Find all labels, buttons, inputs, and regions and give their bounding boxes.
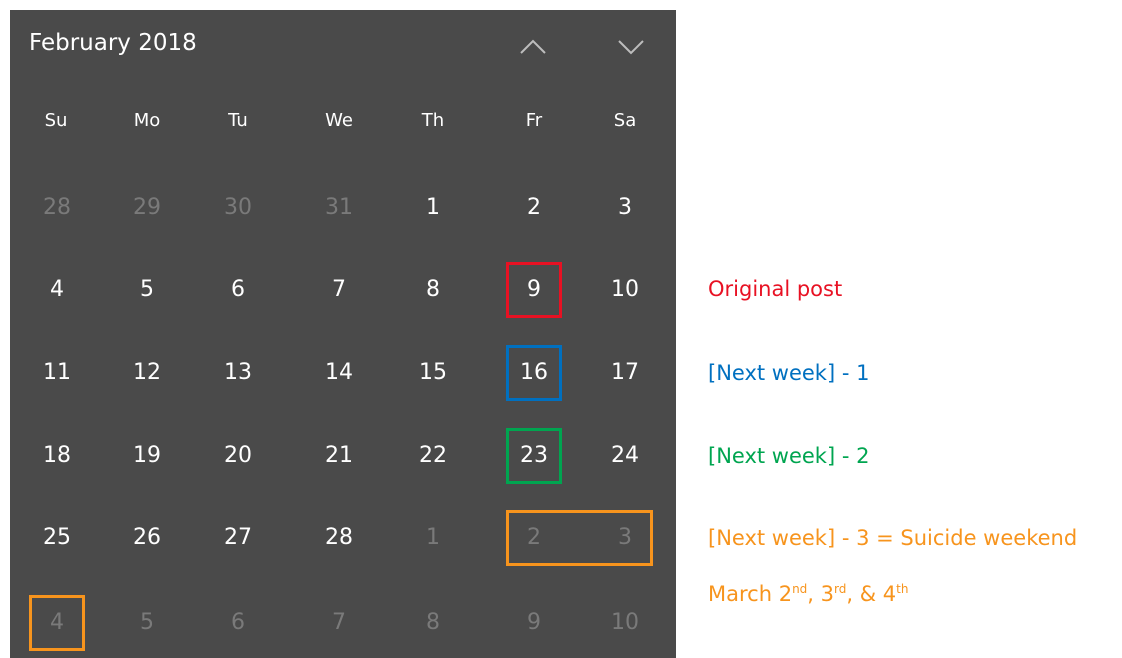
day-cell[interactable]: 6: [193, 270, 283, 310]
day-cell[interactable]: 26: [102, 518, 192, 558]
weekday-header-row: Su Mo Tu We Th Fr Sa: [10, 110, 676, 150]
day-cell[interactable]: 4: [12, 603, 102, 643]
annotation-text: [Next week] - 3 = Suicide weekend: [708, 526, 1078, 550]
annotation-text: Original post: [708, 277, 843, 301]
day-cell[interactable]: 27: [193, 518, 283, 558]
day-cell[interactable]: 2: [489, 518, 579, 558]
day-cell[interactable]: 8: [388, 603, 478, 643]
day-cell[interactable]: 1: [388, 188, 478, 228]
day-cell[interactable]: 3: [580, 188, 670, 228]
annotation-next-week-2: [Next week] - 2: [708, 444, 869, 468]
day-cell[interactable]: 23: [489, 436, 579, 476]
day-cell[interactable]: 5: [102, 603, 192, 643]
day-cell[interactable]: 8: [388, 270, 478, 310]
annotation-original-post: Original post: [708, 277, 842, 301]
calendar-header: February 2018: [10, 10, 676, 80]
weekday-label: Tu: [228, 110, 248, 131]
next-month-button[interactable]: [608, 30, 654, 64]
day-cell[interactable]: 20: [193, 436, 283, 476]
annotation-text: [Next week] - 2: [708, 444, 870, 468]
calendar-panel: February 2018 Su Mo Tu We Th Fr Sa 28 29 3…: [10, 10, 676, 658]
day-cell[interactable]: 9: [489, 270, 579, 310]
day-cell[interactable]: 15: [388, 353, 478, 393]
annotation-next-week-3: [Next week] - 3 = Suicide weekend: [708, 526, 1077, 550]
day-cell[interactable]: 28: [12, 188, 102, 228]
weekday-label: Mo: [133, 110, 161, 131]
day-cell[interactable]: 29: [102, 188, 192, 228]
day-cell[interactable]: 5: [102, 270, 192, 310]
day-cell[interactable]: 18: [12, 436, 102, 476]
day-cell[interactable]: 3: [580, 518, 670, 558]
day-cell[interactable]: 14: [294, 353, 384, 393]
march-text: , 3: [807, 582, 835, 606]
day-cell[interactable]: 31: [294, 188, 384, 228]
day-cell[interactable]: 21: [294, 436, 384, 476]
weekday-label: Fr: [525, 110, 543, 131]
day-cell[interactable]: 22: [388, 436, 478, 476]
weekday-label: We: [325, 110, 353, 131]
day-cell[interactable]: 19: [102, 436, 192, 476]
month-title[interactable]: February 2018: [29, 30, 197, 56]
march-text: , & 4: [846, 582, 897, 606]
march-text: March 2: [708, 582, 793, 606]
annotation-text: [Next week] - 1: [708, 361, 870, 385]
chevron-down-icon: [618, 40, 644, 55]
day-cell[interactable]: 24: [580, 436, 670, 476]
day-cell[interactable]: 4: [12, 270, 102, 310]
previous-month-button[interactable]: [510, 30, 556, 64]
weekday-label: Sa: [613, 110, 637, 131]
day-cell[interactable]: 2: [489, 188, 579, 228]
day-cell[interactable]: 6: [193, 603, 283, 643]
day-cell[interactable]: 13: [193, 353, 283, 393]
day-cell[interactable]: 7: [294, 603, 384, 643]
annotation-next-week-1: [Next week] - 1: [708, 361, 869, 385]
day-cell[interactable]: 12: [102, 353, 192, 393]
day-cell[interactable]: 1: [388, 518, 478, 558]
march-suffix: th: [896, 582, 909, 596]
chevron-up-icon: [520, 39, 546, 54]
weekday-label: Su: [44, 110, 68, 131]
day-cell[interactable]: 16: [489, 353, 579, 393]
day-cell[interactable]: 10: [580, 603, 670, 643]
weekday-label: Th: [421, 110, 445, 131]
day-cell[interactable]: 7: [294, 270, 384, 310]
march-suffix: nd: [792, 582, 808, 596]
march-suffix: rd: [834, 582, 847, 596]
day-cell[interactable]: 17: [580, 353, 670, 393]
day-cell[interactable]: 9: [489, 603, 579, 643]
day-cell[interactable]: 28: [294, 518, 384, 558]
day-cell[interactable]: 11: [12, 353, 102, 393]
day-cell[interactable]: 30: [193, 188, 283, 228]
annotation-march-dates: March 2nd, 3rd, & 4th: [708, 582, 908, 606]
day-cell[interactable]: 10: [580, 270, 670, 310]
day-cell[interactable]: 25: [12, 518, 102, 558]
